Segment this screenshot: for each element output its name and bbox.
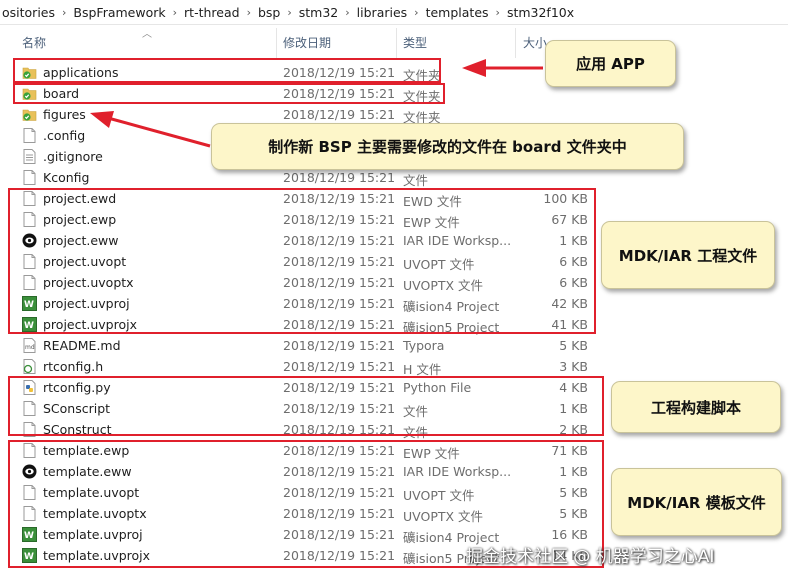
arrow-to-applications <box>462 59 543 77</box>
callout-board: 制作新 BSP 主要需要修改的文件在 board 文件夹中 <box>211 123 684 170</box>
callout-build-scripts: 工程构建脚本 <box>611 381 781 433</box>
watermark: 掘金技术社区 @ 机器学习之心AI <box>466 547 715 567</box>
callout-project-files: MDK/IAR 工程文件 <box>601 221 775 289</box>
callout-app: 应用 APP <box>545 40 676 87</box>
arrow-to-board <box>90 111 211 148</box>
callout-template-files: MDK/IAR 模板文件 <box>611 468 782 536</box>
